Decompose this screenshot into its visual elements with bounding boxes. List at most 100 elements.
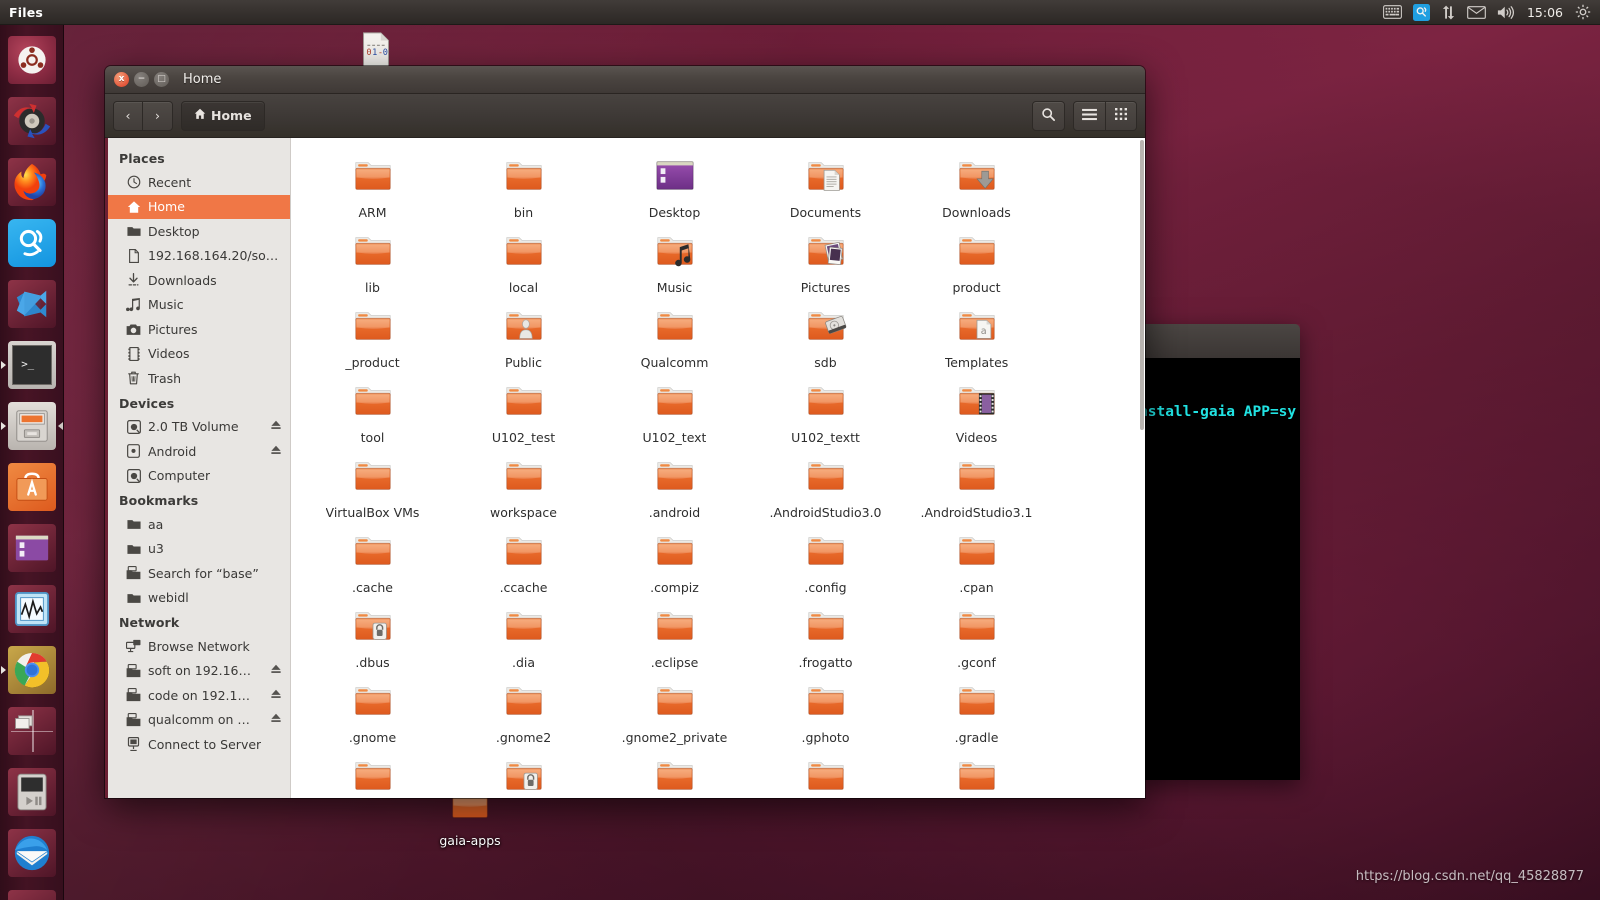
minimize-button[interactable]: − (134, 72, 149, 87)
sidebar-item-192-168-164-20-so[interactable]: 192.168.164.20/so… (108, 244, 290, 269)
sidebar-item-aa[interactable]: aa (108, 512, 290, 537)
file-item[interactable]: product (901, 225, 1052, 300)
panel-clock[interactable]: 15:06 (1526, 5, 1564, 20)
file-item[interactable]: .gradle (901, 675, 1052, 750)
file-item[interactable]: a Templates (901, 300, 1052, 375)
messaging-icon[interactable] (1467, 0, 1486, 25)
sidebar-item-recent[interactable]: Recent (108, 170, 290, 195)
file-item[interactable]: Qualcomm (599, 300, 750, 375)
file-grid[interactable]: ARM bin Desktop Documents Downloads lib local M… (297, 150, 1139, 798)
grid-view-button[interactable] (1106, 100, 1137, 131)
sidebar-item-webidl[interactable]: webidl (108, 586, 290, 611)
sidebar-item-connect-to-server[interactable]: Connect to Server (108, 732, 290, 757)
unity-launcher[interactable]: >_ (0, 25, 64, 900)
file-item[interactable]: .cpan (901, 525, 1052, 600)
sidebar-item-computer[interactable]: Computer (108, 464, 290, 489)
session-menu-gear-icon[interactable] (1575, 0, 1591, 25)
close-button[interactable]: x (114, 72, 129, 87)
eject-icon[interactable] (270, 419, 282, 434)
file-item[interactable]: Public (448, 300, 599, 375)
file-item[interactable]: U102_test (448, 375, 599, 450)
file-item[interactable]: VirtualBox VMs (297, 450, 448, 525)
sidebar-item-u3[interactable]: u3 (108, 537, 290, 562)
eject-icon[interactable] (270, 712, 282, 727)
launcher-item-system-monitor[interactable] (0, 578, 64, 639)
file-item[interactable]: bin (448, 150, 599, 225)
navigation-buttons[interactable]: ‹ › (113, 100, 173, 131)
panel-indicators[interactable]: 15:06 (1383, 0, 1600, 25)
file-item[interactable]: Pictures (750, 225, 901, 300)
file-item[interactable]: Downloads (901, 150, 1052, 225)
network-icon[interactable] (1441, 0, 1456, 25)
file-item[interactable]: .compiz (599, 525, 750, 600)
search-button[interactable] (1032, 100, 1065, 131)
file-item[interactable]: .AndroidStudio3.1 (901, 450, 1052, 525)
file-item[interactable]: Music (599, 225, 750, 300)
file-item[interactable]: sdb (750, 300, 901, 375)
file-item[interactable]: .gnome2 (448, 675, 599, 750)
file-item[interactable] (750, 750, 901, 798)
launcher-item-vscode[interactable] (0, 273, 64, 334)
file-item[interactable]: .gnome (297, 675, 448, 750)
file-browser-area[interactable]: ARM bin Desktop Documents Downloads lib local M… (291, 138, 1145, 798)
unity-top-panel[interactable]: Files 15:06 (0, 0, 1600, 25)
launcher-item-software-center[interactable] (0, 456, 64, 517)
launcher-item-terminal[interactable]: >_ (0, 334, 64, 395)
breadcrumb-home[interactable]: Home (181, 100, 265, 131)
launcher-item-files[interactable] (0, 395, 64, 456)
view-mode-buttons[interactable] (1073, 100, 1137, 131)
file-item[interactable]: lib (297, 225, 448, 300)
files-window[interactable]: x − □ Home ‹ › Home Places Recent Home D… (105, 66, 1145, 798)
sidebar-item-android[interactable]: Android (108, 439, 290, 464)
file-item[interactable]: U102_textt (750, 375, 901, 450)
file-item[interactable] (448, 750, 599, 798)
launcher-item-firefox[interactable] (0, 151, 64, 212)
file-item[interactable]: .ccache (448, 525, 599, 600)
launcher-item-ubuntu-dash[interactable] (0, 29, 64, 90)
eject-icon[interactable] (270, 444, 282, 459)
maximize-button[interactable]: □ (154, 72, 169, 87)
volume-icon[interactable] (1497, 0, 1515, 25)
sidebar-item-pictures[interactable]: Pictures (108, 317, 290, 342)
sidebar-item-qualcomm-on[interactable]: qualcomm on … (108, 708, 290, 733)
file-scrollbar[interactable] (1140, 138, 1145, 798)
sidebar-item-search-for-base[interactable]: Search for “base” (108, 561, 290, 586)
file-item[interactable]: workspace (448, 450, 599, 525)
back-button[interactable]: ‹ (113, 100, 143, 131)
file-item[interactable]: tool (297, 375, 448, 450)
sidebar-item-code-on-192-1[interactable]: code on 192.1… (108, 683, 290, 708)
file-item[interactable]: .eclipse (599, 600, 750, 675)
file-scrollbar-thumb[interactable] (1140, 140, 1144, 430)
file-item[interactable]: .AndroidStudio3.0 (750, 450, 901, 525)
sidebar-item-browse-network[interactable]: Browse Network (108, 634, 290, 659)
file-item[interactable]: .dbus (297, 600, 448, 675)
sidebar-item-2-0-tb-volume[interactable]: 2.0 TB Volume (108, 415, 290, 440)
sidebar-item-trash[interactable]: Trash (108, 366, 290, 391)
file-item[interactable]: .frogatto (750, 600, 901, 675)
terminal-window[interactable]: nstall-gaia APP=sy (1139, 324, 1300, 780)
file-item[interactable]: .cache (297, 525, 448, 600)
file-item[interactable]: .dia (448, 600, 599, 675)
forward-button[interactable]: › (143, 100, 173, 131)
launcher-item-input-method[interactable] (0, 212, 64, 273)
window-titlebar[interactable]: x − □ Home (105, 66, 1145, 94)
launcher-item-workspace-switcher[interactable] (0, 700, 64, 761)
places-sidebar[interactable]: Places Recent Home Desktop 192.168.164.20/so… (105, 138, 291, 798)
launcher-item-chrome[interactable] (0, 639, 64, 700)
file-item[interactable]: Documents (750, 150, 901, 225)
keyboard-layout-icon[interactable] (1383, 0, 1402, 25)
sidebar-item-soft-on-192-16[interactable]: soft on 192.16… (108, 659, 290, 684)
file-item[interactable]: .config (750, 525, 901, 600)
eject-icon[interactable] (270, 688, 282, 703)
file-item[interactable]: _product (297, 300, 448, 375)
file-item[interactable]: .gconf (901, 600, 1052, 675)
sidebar-item-music[interactable]: Music (108, 293, 290, 318)
file-item[interactable] (901, 750, 1052, 798)
terminal-output[interactable]: nstall-gaia APP=sy (1139, 358, 1300, 780)
terminal-titlebar[interactable] (1139, 324, 1300, 358)
file-item[interactable] (297, 750, 448, 798)
launcher-item-desktop-folder[interactable] (0, 517, 64, 578)
list-view-button[interactable] (1073, 100, 1106, 131)
eject-icon[interactable] (270, 663, 282, 678)
file-item[interactable] (599, 750, 750, 798)
